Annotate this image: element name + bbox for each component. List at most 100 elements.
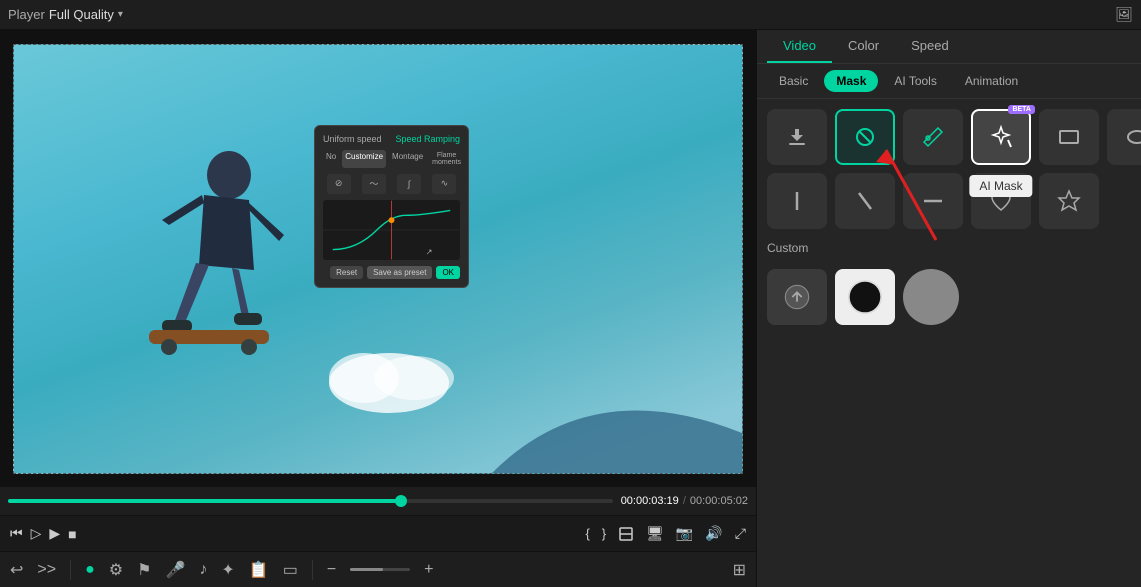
top-bar-right: 🖼 (1115, 6, 1133, 24)
white-circle-icon (847, 279, 883, 315)
custom-label: Custom (767, 241, 1131, 255)
star-mask-button[interactable] (1039, 173, 1099, 229)
quality-selector[interactable]: Full Quality ▾ (49, 7, 123, 22)
progress-thumb[interactable] (395, 495, 407, 507)
transport-left: ⏮ ▷ ▶ ■ (10, 525, 77, 542)
speed-icon-slash[interactable]: ⊘ (327, 174, 351, 194)
mark-in-icon[interactable]: { (585, 526, 589, 541)
camera-icon[interactable]: 📷 (676, 525, 693, 542)
ai-mask-wrapper: BETA AI Mask (971, 109, 1031, 165)
separator-2 (312, 560, 313, 580)
download-mask-button[interactable] (767, 109, 827, 165)
flag-icon[interactable]: ⚑ (137, 560, 151, 580)
subtab-mask[interactable]: Mask (824, 70, 878, 92)
speed-icon-curve[interactable]: ∫ (397, 174, 421, 194)
speed-save-button[interactable]: Save as preset (367, 266, 432, 279)
grid-icon[interactable]: ⊞ (733, 560, 746, 580)
tab-speed[interactable]: Speed (895, 30, 965, 63)
cloud-effect (314, 333, 464, 413)
play-button[interactable]: ▶ (49, 525, 60, 542)
line3-mask-button[interactable] (903, 173, 963, 229)
time-display: 00:00:03:19 / 00:00:05:02 (621, 495, 748, 507)
circle-slash-icon (853, 125, 877, 149)
speed-footer: Reset Save as preset OK (323, 266, 460, 279)
quality-label: Full Quality (49, 7, 114, 22)
line2-mask-button[interactable] (835, 173, 895, 229)
effects-icon[interactable]: ● (85, 561, 95, 579)
speed-tab-customize[interactable]: Customize (342, 150, 386, 168)
white-circle-button[interactable] (835, 269, 895, 325)
video-viewport: Uniform speed Speed Ramping No Customize… (0, 30, 756, 487)
speed-graph: ↗ (323, 200, 460, 260)
speed-tabs: No Customize Montage Flamemoments (323, 150, 460, 168)
video-area: Uniform speed Speed Ramping No Customize… (0, 30, 756, 587)
speed-tab-flame[interactable]: Flamemoments (429, 150, 464, 168)
top-bar: Player Full Quality ▾ 🖼 (0, 0, 1141, 30)
pen-icon (921, 125, 945, 149)
upload-icon (783, 283, 811, 311)
media-icon[interactable]: ▭ (283, 560, 298, 580)
ellipse-icon (1125, 125, 1141, 149)
step-back-button[interactable]: ▷ (31, 525, 42, 542)
panel-sub-tabs: Basic Mask AI Tools Animation (757, 64, 1141, 99)
subtab-animation[interactable]: Animation (953, 70, 1030, 92)
speed-reset-button[interactable]: Reset (330, 266, 363, 279)
ai-mask-button[interactable]: BETA (971, 109, 1031, 165)
video-frame: Uniform speed Speed Ramping No Customize… (13, 44, 743, 474)
speed-icon-wave2[interactable]: ∿ (432, 174, 456, 194)
panel-top-tabs: Video Color Speed (757, 30, 1141, 64)
transport-bar: ⏮ ▷ ▶ ■ { } 🖥 📷 🔊 ⤢ (0, 515, 756, 551)
mic-icon[interactable]: 🎤 (165, 560, 185, 580)
speed-icons-row: ⊘ 〜 ∫ ∿ (323, 174, 460, 194)
monitor-icon[interactable]: 🖥 (646, 525, 664, 542)
skip-back-button[interactable]: ⏮ (10, 525, 23, 542)
separator-1 (70, 560, 71, 580)
screenshot-icon[interactable]: 🖼 (1115, 6, 1133, 22)
music-icon[interactable]: ♪ (199, 561, 207, 579)
ellipse-mask-button[interactable] (1107, 109, 1141, 165)
main-content: Uniform speed Speed Ramping No Customize… (0, 30, 1141, 587)
gray-circle-button[interactable] (903, 269, 959, 325)
volume-icon[interactable]: 🔊 (705, 525, 722, 542)
progress-area: 00:00:03:19 / 00:00:05:02 (0, 487, 756, 515)
no-mask-button[interactable] (835, 109, 895, 165)
line3-icon (921, 189, 945, 213)
subtab-ai-tools[interactable]: AI Tools (882, 70, 948, 92)
progress-bar[interactable] (8, 499, 613, 503)
undo-icon[interactable]: ↩ (10, 560, 23, 580)
upload-shape-button[interactable] (767, 269, 827, 325)
more-icon[interactable]: >> (37, 561, 56, 579)
player-label: Player (8, 7, 45, 22)
speed-popup-title-right[interactable]: Speed Ramping (395, 134, 460, 144)
clip-icon[interactable]: 📋 (249, 560, 269, 580)
chevron-down-icon: ▾ (118, 9, 123, 20)
tab-video[interactable]: Video (767, 30, 832, 63)
pen-mask-button[interactable] (903, 109, 963, 165)
speed-ok-button[interactable]: OK (436, 266, 460, 279)
crop-icon[interactable] (618, 526, 634, 542)
speed-tab-no[interactable]: No (323, 150, 339, 168)
mark-out-icon[interactable]: } (602, 526, 606, 541)
tab-color[interactable]: Color (832, 30, 895, 63)
transform-icon[interactable]: ⤢ (735, 525, 746, 542)
settings-icon[interactable]: ⚙ (109, 560, 123, 580)
sparkle-icon[interactable]: ✦ (221, 560, 234, 580)
subtab-basic[interactable]: Basic (767, 70, 820, 92)
ai-mask-tooltip: AI Mask (969, 175, 1032, 197)
mask-row-1: BETA AI Mask (767, 109, 1131, 165)
zoom-in-icon[interactable]: + (424, 561, 433, 579)
rectangle-mask-button[interactable] (1039, 109, 1099, 165)
zoom-out-icon[interactable]: − (327, 561, 336, 579)
stop-button[interactable]: ■ (68, 526, 76, 542)
speed-icon-wave[interactable]: 〜 (362, 174, 386, 194)
speed-tab-montage[interactable]: Montage (389, 150, 426, 168)
toolbar-right: ⊞ (733, 560, 746, 580)
speed-popup-title-left: Uniform speed (323, 134, 382, 144)
star-icon (1057, 189, 1081, 213)
zoom-slider (350, 568, 410, 571)
custom-shapes (767, 269, 1131, 325)
download-icon (785, 125, 809, 149)
rectangle-icon (1057, 125, 1081, 149)
line1-mask-button[interactable] (767, 173, 827, 229)
svg-text:↗: ↗ (426, 247, 433, 256)
